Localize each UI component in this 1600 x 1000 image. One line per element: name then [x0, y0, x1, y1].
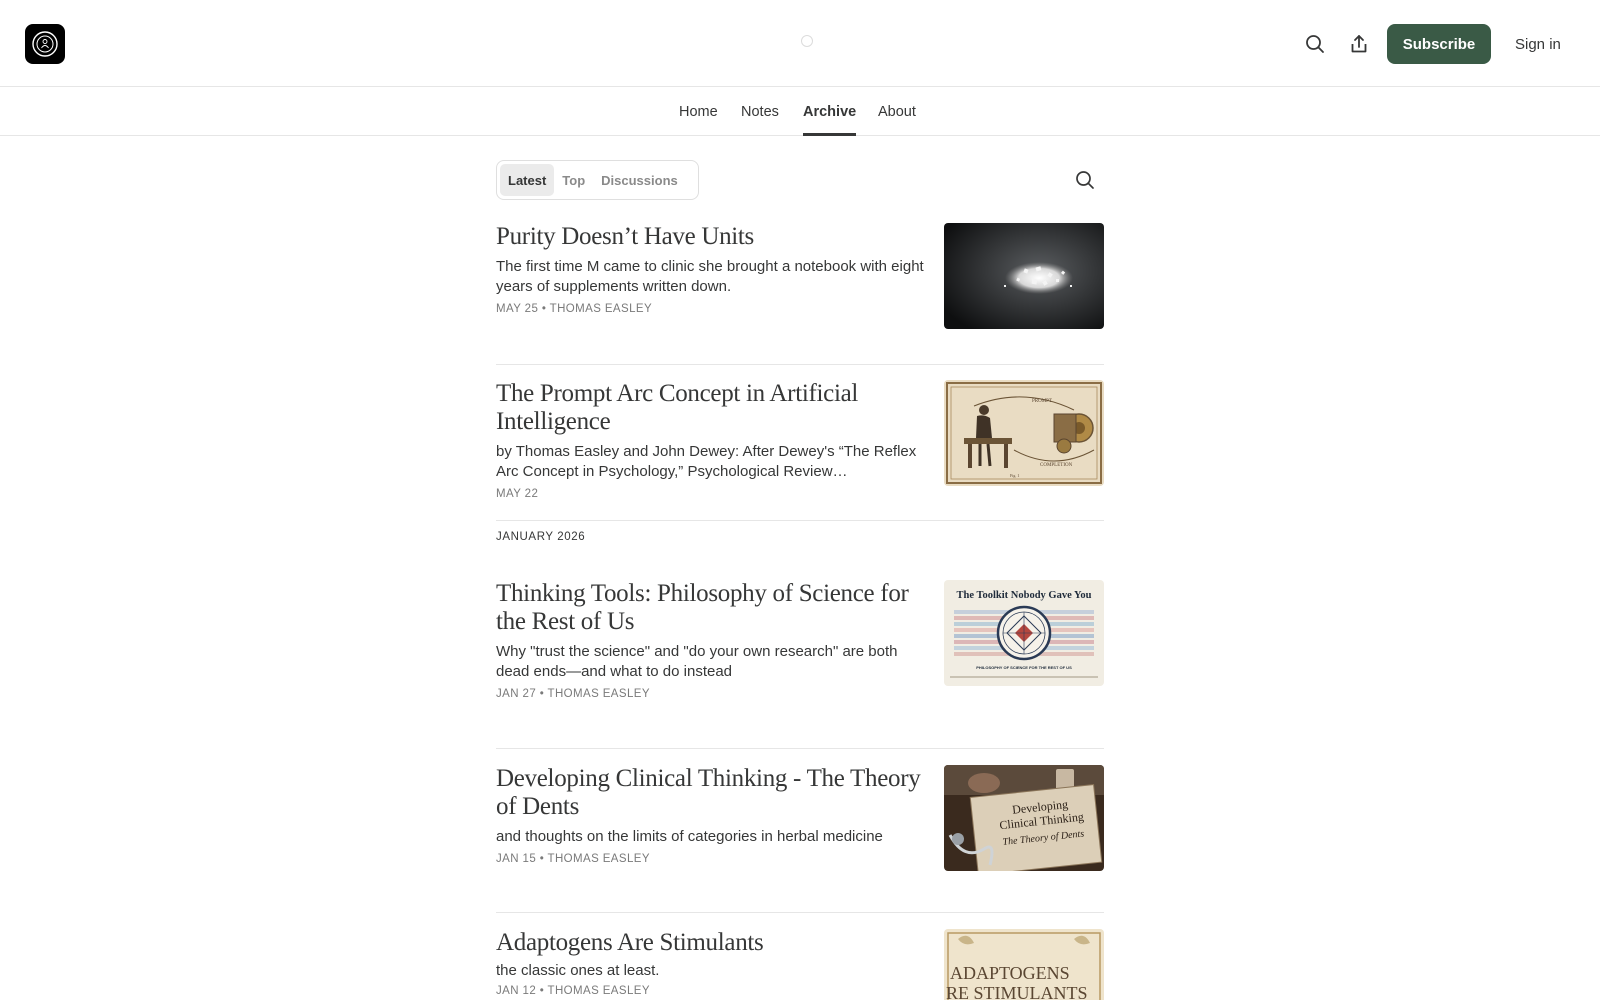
- post-meta: MAY 22: [496, 488, 924, 500]
- post-item[interactable]: The Prompt Arc Concept in Artificial Int…: [496, 380, 1104, 500]
- post-author[interactable]: THOMAS EASLEY: [548, 853, 650, 865]
- post-divider: [496, 364, 1104, 365]
- post-divider: [496, 520, 1104, 521]
- post-date: MAY 25: [496, 303, 539, 315]
- tab-latest[interactable]: Latest: [500, 164, 555, 196]
- post-date: JAN 27: [496, 688, 537, 700]
- post-text: Purity Doesn’t Have Units The first time…: [496, 223, 924, 315]
- tab-top[interactable]: Top: [554, 164, 593, 196]
- post-meta: JAN 15 • THOMAS EASLEY: [496, 853, 650, 865]
- thumb-caption: PHILOSOPHY OF SCIENCE FOR THE REST OF US: [976, 665, 1072, 670]
- post-thumbnail-engraving[interactable]: PROMPT COMPLETION Fig. 1: [944, 380, 1104, 486]
- month-section-label: JANUARY 2026: [496, 531, 586, 543]
- post-subtitle: and thoughts on the limits of categories…: [496, 828, 883, 845]
- post-title[interactable]: Purity Doesn’t Have Units: [496, 223, 924, 251]
- nav-notes[interactable]: Notes: [741, 87, 779, 136]
- post-subtitle: Why "trust the science" and "do your own…: [496, 643, 898, 680]
- post-author[interactable]: THOMAS EASLEY: [548, 985, 650, 997]
- subscribe-button[interactable]: Subscribe: [1387, 24, 1491, 64]
- thumb-title-line-1: ADAPTOGENS: [950, 963, 1070, 983]
- post-thumbnail-toolkit[interactable]: The Toolkit Nobody Gave You PHILOSOPHY O…: [944, 580, 1104, 686]
- post-title[interactable]: Adaptogens Are Stimulants: [496, 929, 924, 957]
- post-text: Adaptogens Are Stimulants the classic on…: [496, 929, 924, 997]
- thumb-title-line-2: RE STIMULANTS: [946, 983, 1088, 1000]
- post-author[interactable]: THOMAS EASLEY: [548, 688, 650, 700]
- post-meta: JAN 27 • THOMAS EASLEY: [496, 688, 650, 700]
- thumb-label-prompt: PROMPT: [1032, 399, 1052, 404]
- publication-nav: Home Notes Archive About: [0, 87, 1600, 136]
- post-subtitle: by Thomas Easley and John Dewey: After D…: [496, 443, 917, 480]
- post-title[interactable]: The Prompt Arc Concept in Artificial Int…: [496, 380, 924, 436]
- post-author[interactable]: THOMAS EASLEY: [550, 303, 652, 315]
- post-text: The Prompt Arc Concept in Artificial Int…: [496, 380, 924, 500]
- post-item[interactable]: Purity Doesn’t Have Units The first time…: [496, 223, 1104, 329]
- post-item[interactable]: Adaptogens Are Stimulants the classic on…: [496, 929, 1104, 1000]
- post-item[interactable]: Developing Clinical Thinking - The Theor…: [496, 765, 1104, 871]
- archive-search-icon[interactable]: [1073, 168, 1097, 192]
- post-meta: JAN 12 • THOMAS EASLEY: [496, 985, 650, 997]
- post-thumbnail-book[interactable]: Developing Clinical Thinking The Theory …: [944, 765, 1104, 871]
- post-subtitle: The first time M came to clinic she brou…: [496, 258, 924, 295]
- sign-in-button[interactable]: Sign in: [1505, 24, 1571, 64]
- thumb-title: The Toolkit Nobody Gave You: [957, 590, 1092, 601]
- post-divider: [496, 912, 1104, 913]
- post-title[interactable]: Developing Clinical Thinking - The Theor…: [496, 765, 924, 821]
- post-text: Developing Clinical Thinking - The Theor…: [496, 765, 924, 865]
- post-divider: [496, 748, 1104, 749]
- post-date: JAN 15: [496, 853, 537, 865]
- top-bar: Subscribe Sign in: [0, 0, 1600, 87]
- post-thumbnail-adaptogens[interactable]: ADAPTOGENS RE STIMULANTS: [944, 929, 1104, 1000]
- thumb-label-figure: Fig. 1: [1010, 473, 1019, 478]
- post-title[interactable]: Thinking Tools: Philosophy of Science fo…: [496, 580, 924, 636]
- post-thumbnail-salt[interactable]: [944, 223, 1104, 329]
- publication-logo-icon[interactable]: [25, 24, 65, 64]
- nav-archive[interactable]: Archive: [803, 87, 857, 136]
- share-icon[interactable]: [1345, 30, 1373, 58]
- loading-indicator: [801, 35, 813, 47]
- nav-home[interactable]: Home: [679, 87, 718, 136]
- post-meta: MAY 25 • THOMAS EASLEY: [496, 303, 653, 315]
- post-text: Thinking Tools: Philosophy of Science fo…: [496, 580, 924, 700]
- post-date: MAY 22: [496, 488, 539, 500]
- post-date: JAN 12: [496, 985, 537, 997]
- post-subtitle: the classic ones at least.: [496, 962, 660, 979]
- thumb-label-completion: COMPLETION: [1040, 463, 1073, 468]
- tab-discussions[interactable]: Discussions: [593, 164, 686, 196]
- search-icon[interactable]: [1301, 30, 1329, 58]
- post-item[interactable]: Thinking Tools: Philosophy of Science fo…: [496, 580, 1104, 700]
- nav-about[interactable]: About: [878, 87, 916, 136]
- archive-sort-tabs: Latest Top Discussions: [496, 160, 699, 200]
